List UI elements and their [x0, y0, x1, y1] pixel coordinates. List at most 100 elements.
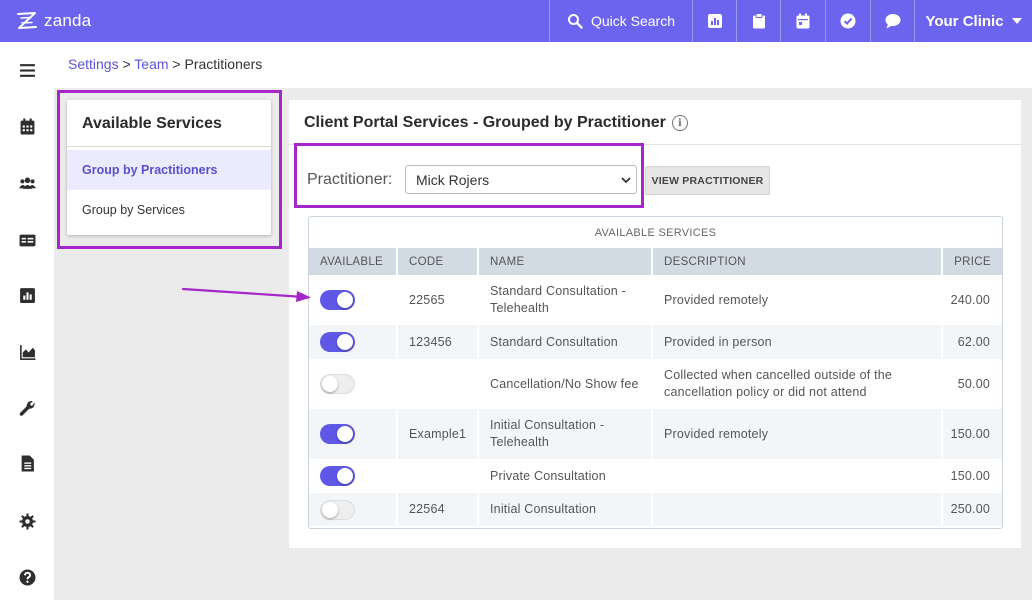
code-cell: 123456 [397, 325, 479, 359]
help-icon[interactable] [17, 567, 37, 587]
available-cell [309, 275, 398, 325]
description-cell: Provided remotely [652, 275, 943, 325]
id-card-icon[interactable] [17, 230, 37, 250]
available-toggle[interactable] [320, 466, 355, 486]
name-cell: Cancellation/No Show fee [478, 359, 653, 409]
messages-button[interactable] [870, 0, 914, 42]
column-header-available[interactable]: AVAILABLE [309, 248, 398, 275]
table-row: Cancellation/No Show fee Collected when … [309, 359, 1002, 409]
info-icon[interactable]: i [671, 115, 688, 131]
tasks-button[interactable] [736, 0, 780, 42]
price-cell: 50.00 [942, 359, 1002, 409]
breadcrumb-separator: > [118, 56, 135, 72]
available-cell [309, 359, 398, 409]
calendar-button[interactable] [780, 0, 825, 42]
gear-icon[interactable] [17, 511, 37, 531]
table-header-row: AVAILABLE CODE NAME DESCRIPTION PRICE [309, 248, 1002, 275]
group-by-practitioners-tab[interactable]: Group by Practitioners [67, 150, 271, 190]
area-chart-icon[interactable] [17, 342, 37, 362]
reports-button[interactable] [692, 0, 736, 42]
description-cell [652, 459, 943, 493]
search-icon [567, 14, 583, 29]
column-header-name[interactable]: NAME [478, 248, 653, 275]
chat-icon [885, 14, 900, 29]
brand-logo[interactable]: zanda [12, 8, 91, 34]
available-toggle[interactable] [320, 290, 355, 310]
quick-search-button[interactable]: Quick Search [549, 0, 692, 42]
available-cell [309, 325, 398, 359]
report-icon[interactable] [17, 285, 37, 305]
name-cell: Private Consultation [478, 459, 653, 493]
toggle-knob [322, 376, 338, 392]
group-by-services-tab[interactable]: Group by Services [67, 190, 271, 230]
calendar-icon [796, 13, 810, 29]
document-icon[interactable] [17, 453, 37, 473]
breadcrumb-bar: Settings > Team > Practitioners [54, 42, 1032, 88]
available-toggle[interactable] [320, 332, 355, 352]
menu-icon[interactable] [17, 60, 37, 80]
table-caption: AVAILABLE SERVICES [594, 226, 717, 239]
available-cell [309, 459, 398, 493]
approvals-button[interactable] [825, 0, 870, 42]
price-cell: 240.00 [942, 275, 1002, 325]
breadcrumb: Settings > Team > Practitioners [68, 56, 262, 72]
toggle-knob [337, 334, 353, 350]
chevron-down-icon [621, 177, 631, 184]
price-cell: 62.00 [942, 325, 1002, 359]
table-row: Example1 Initial Consultation - Teleheal… [309, 409, 1002, 459]
description-cell: Provided in person [652, 325, 943, 359]
breadcrumb-settings[interactable]: Settings [68, 56, 119, 72]
view-practitioner-button[interactable]: VIEW PRACTITIONER [645, 166, 770, 195]
table-row: 22564 Initial Consultation 250.00 [309, 493, 1002, 526]
price-cell: 150.00 [942, 459, 1002, 493]
calendar-icon[interactable] [17, 116, 37, 136]
sidebar [0, 42, 54, 600]
code-cell [397, 359, 479, 409]
report-icon [707, 14, 722, 28]
brand-name: zanda [44, 11, 92, 30]
zanda-logo-icon [17, 12, 37, 29]
table-row: Private Consultation 150.00 [309, 459, 1002, 493]
code-cell: Example1 [397, 409, 479, 459]
description-cell [652, 493, 943, 526]
card-title: Client Portal Services - Grouped by Prac… [304, 114, 688, 132]
available-toggle[interactable] [320, 424, 355, 444]
available-toggle[interactable] [320, 374, 355, 394]
available-cell [309, 493, 398, 526]
users-icon[interactable] [17, 173, 37, 193]
table-row: 123456 Standard Consultation Provided in… [309, 325, 1002, 359]
toggle-knob [337, 426, 353, 442]
available-toggle[interactable] [320, 499, 355, 520]
caret-down-icon [1011, 18, 1022, 24]
column-header-description[interactable]: DESCRIPTION [652, 248, 943, 275]
description-cell: Provided remotely [652, 409, 943, 459]
price-cell: 250.00 [942, 493, 1002, 526]
toggle-knob [322, 501, 338, 518]
clinic-menu-button[interactable]: Your Clinic [914, 0, 1032, 42]
wrench-icon[interactable] [17, 398, 37, 418]
price-cell: 150.00 [942, 409, 1002, 459]
breadcrumb-current: Practitioners [184, 56, 263, 72]
practitioner-select[interactable]: Mick Rojers [405, 165, 637, 194]
services-table: AVAILABLE CODE NAME DESCRIPTION PRICE 22… [309, 248, 1002, 526]
practitioner-selected-value: Mick Rojers [416, 171, 490, 188]
toggle-knob [337, 292, 353, 308]
table-row: 22565 Standard Consultation - Telehealth… [309, 275, 1002, 325]
breadcrumb-team[interactable]: Team [134, 56, 168, 72]
code-cell: 22564 [397, 493, 479, 526]
available-services-panel: Available Services Group by Practitioner… [67, 100, 271, 235]
code-cell [397, 459, 479, 493]
name-cell: Standard Consultation [478, 325, 653, 359]
toggle-knob [337, 468, 353, 484]
top-navbar: zanda Quick Search Your Clinic [0, 0, 1032, 42]
name-cell: Initial Consultation [478, 493, 653, 526]
clinic-label: Your Clinic [925, 12, 1004, 30]
column-header-price[interactable]: PRICE [942, 248, 1002, 275]
column-header-code[interactable]: CODE [397, 248, 479, 275]
page-title: Client Portal Services - Grouped by Prac… [304, 114, 666, 131]
divider [67, 146, 271, 147]
name-cell: Initial Consultation - Telehealth [478, 409, 653, 459]
code-cell: 22565 [397, 275, 479, 325]
panel-title: Available Services [82, 115, 222, 132]
services-table-container: AVAILABLE SERVICES AVAILABLE CODE NAME D… [308, 216, 1003, 529]
